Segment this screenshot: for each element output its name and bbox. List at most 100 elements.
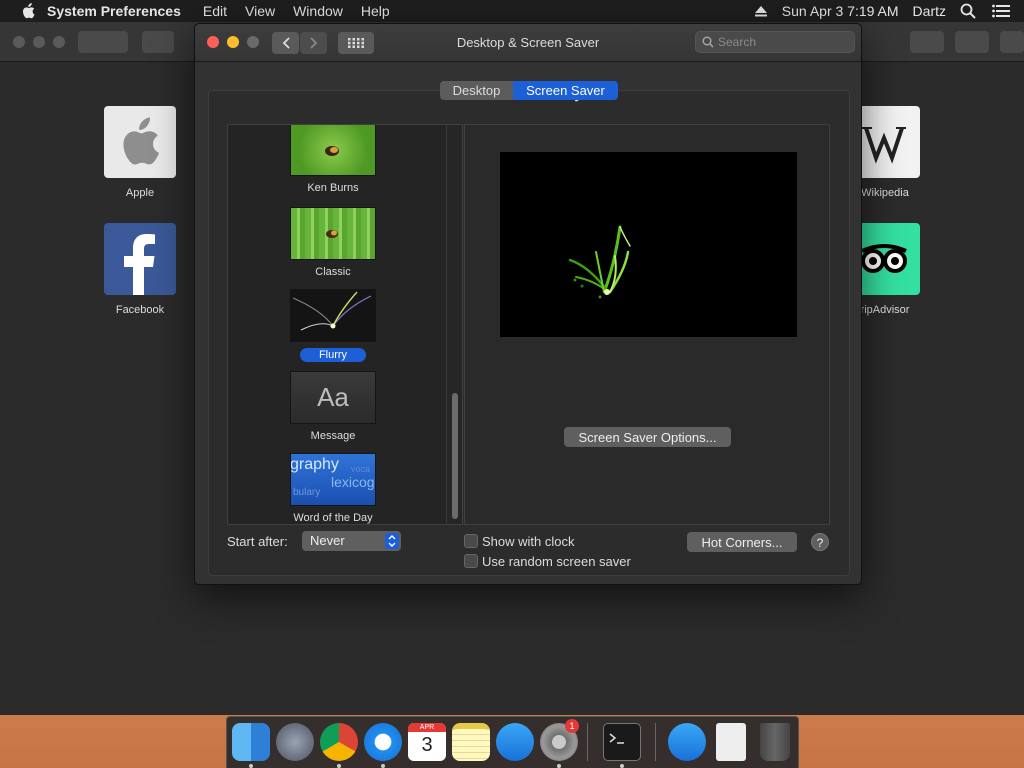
- safari-back-button[interactable]: [78, 31, 128, 53]
- safari-zoom-button[interactable]: [53, 36, 65, 48]
- dock-app-store-icon[interactable]: [496, 723, 534, 761]
- calendar-day: 3: [421, 734, 433, 756]
- list-scrollbar-thumb[interactable]: [452, 393, 458, 519]
- running-indicator: [337, 764, 341, 768]
- flurry-preview-icon: [568, 225, 631, 299]
- zoom-button[interactable]: [247, 36, 259, 48]
- show-with-clock-checkbox[interactable]: [464, 534, 478, 548]
- search-input[interactable]: [718, 35, 848, 49]
- terminal-prompt-icon: [609, 733, 624, 744]
- screensaver-label: Message: [310, 430, 356, 442]
- start-after-select[interactable]: Never: [302, 531, 401, 551]
- screensaver-item-ken-burns[interactable]: Ken Burns: [290, 125, 376, 194]
- use-random-label[interactable]: Use random screen saver: [482, 554, 631, 569]
- screensaver-item-flurry[interactable]: Flurry: [290, 289, 376, 362]
- flurry-streaks-icon: [292, 291, 372, 331]
- grid-icon: [348, 38, 364, 48]
- ladybug-icon: [326, 230, 338, 238]
- safari-minimize-button[interactable]: [33, 36, 45, 48]
- dock: APR 3 1: [226, 716, 799, 768]
- ken-burns-thumbnail: [290, 125, 376, 176]
- flurry-thumbnail: [290, 289, 376, 342]
- menu-window[interactable]: Window: [293, 3, 343, 19]
- dock-downloads-icon[interactable]: [668, 723, 706, 761]
- dock-separator: [655, 723, 656, 761]
- screensaver-label-selected: Flurry: [300, 348, 366, 362]
- screensaver-preview: [500, 152, 797, 337]
- favorite-apple-tile[interactable]: [104, 106, 176, 178]
- screensaver-label: Classic: [315, 266, 351, 278]
- menu-clock[interactable]: Sun Apr 3 7:19 AM: [782, 3, 899, 19]
- use-random-checkbox[interactable]: [464, 554, 478, 568]
- chevron-right-icon: [309, 37, 317, 49]
- running-indicator: [557, 764, 561, 768]
- help-button[interactable]: ?: [811, 533, 829, 551]
- show-with-clock-label[interactable]: Show with clock: [482, 534, 574, 549]
- thumbnail-word: lexicog: [331, 474, 375, 490]
- ladybug-icon: [325, 146, 339, 156]
- search-field[interactable]: [695, 31, 855, 53]
- list-scrollbar[interactable]: [446, 125, 462, 524]
- running-indicator: [620, 764, 624, 768]
- spotlight-search-icon[interactable]: [960, 3, 976, 19]
- screensaver-item-word-of-the-day[interactable]: graphy lexicog bulary voca Word of the D…: [290, 453, 376, 524]
- notification-center-icon[interactable]: [992, 4, 1010, 18]
- back-button[interactable]: [272, 32, 299, 54]
- favorite-facebook-tile[interactable]: [104, 223, 176, 295]
- tab-screen-saver[interactable]: Screen Saver: [513, 81, 618, 100]
- dock-notes-icon[interactable]: [452, 723, 490, 761]
- menu-view[interactable]: View: [245, 3, 275, 19]
- dock-calendar-icon[interactable]: APR 3: [408, 723, 446, 761]
- dock-trash-icon[interactable]: [760, 723, 790, 761]
- close-button[interactable]: [207, 36, 219, 48]
- classic-thumbnail: [290, 207, 376, 260]
- tab-desktop[interactable]: Desktop: [440, 81, 513, 100]
- dock-chrome-icon[interactable]: [320, 723, 358, 761]
- safari-close-button[interactable]: [13, 36, 25, 48]
- thumbnail-word: graphy: [290, 456, 339, 473]
- screensaver-label: Ken Burns: [307, 182, 359, 194]
- search-icon: [702, 36, 714, 48]
- screensaver-options-button[interactable]: Screen Saver Options...: [564, 427, 731, 447]
- facebook-logo-icon: [124, 234, 155, 295]
- apple-menu-icon[interactable]: [19, 3, 37, 19]
- menu-help[interactable]: Help: [361, 3, 390, 19]
- dock-terminal-icon[interactable]: [603, 723, 641, 761]
- show-all-button[interactable]: [338, 32, 374, 54]
- word-of-the-day-thumbnail: graphy lexicog bulary voca: [290, 453, 376, 506]
- menu-bar: System Preferences Edit View Window Help…: [0, 0, 1024, 22]
- safari-sidebar-button[interactable]: [142, 31, 174, 53]
- hot-corners-button[interactable]: Hot Corners...: [687, 532, 797, 552]
- screensaver-label: Word of the Day: [293, 512, 373, 524]
- apple-logo-icon: [123, 117, 159, 165]
- menu-user[interactable]: Dartz: [913, 3, 946, 19]
- safari-new-tab-button[interactable]: [1000, 31, 1024, 53]
- forward-button[interactable]: [300, 32, 327, 54]
- dock-separator: [587, 723, 588, 761]
- favorite-facebook-label: Facebook: [115, 304, 165, 316]
- favorite-apple-label: Apple: [125, 187, 155, 199]
- chevron-left-icon: [282, 37, 290, 49]
- window-titlebar: Desktop & Screen Saver: [195, 24, 861, 62]
- calendar-month: APR: [408, 723, 446, 732]
- preview-panel: Screen Saver Options...: [464, 124, 830, 525]
- dock-launchpad-icon[interactable]: [276, 723, 314, 761]
- screensaver-item-classic[interactable]: Classic: [290, 207, 376, 278]
- screensaver-list[interactable]: Ken Burns Classic Flurry Aa Message grap…: [227, 124, 463, 525]
- thumbnail-word: bulary: [293, 487, 321, 498]
- menu-edit[interactable]: Edit: [203, 3, 227, 19]
- start-after-value: Never: [310, 533, 345, 548]
- minimize-button[interactable]: [227, 36, 239, 48]
- dock-finder-icon[interactable]: [232, 723, 270, 761]
- start-after-label: Start after:: [227, 534, 288, 549]
- eject-icon[interactable]: [754, 5, 768, 17]
- safari-share-button[interactable]: [910, 31, 944, 53]
- screensaver-item-message[interactable]: Aa Message: [290, 371, 376, 442]
- safari-tabs-button[interactable]: [955, 31, 989, 53]
- message-thumbnail: Aa: [290, 371, 376, 424]
- tab-control: Desktop Screen Saver: [440, 81, 618, 100]
- select-arrows-icon: [385, 533, 399, 549]
- dock-safari-icon[interactable]: [364, 723, 402, 761]
- dock-document-icon[interactable]: [716, 723, 746, 761]
- menu-app-name[interactable]: System Preferences: [47, 3, 181, 19]
